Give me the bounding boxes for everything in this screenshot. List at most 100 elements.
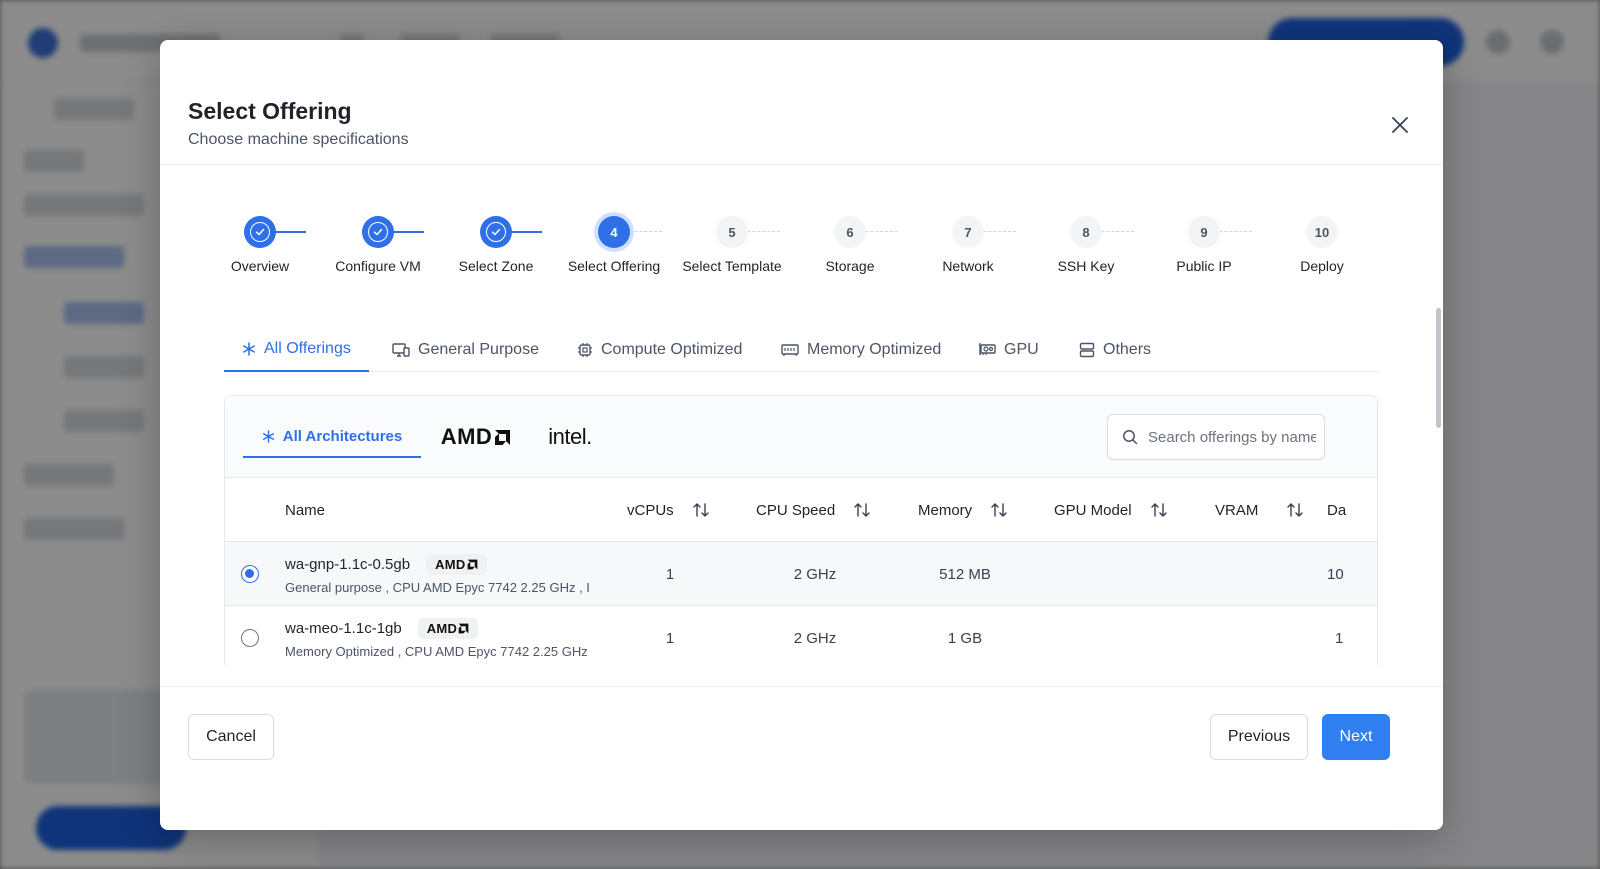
next-button[interactable]: Next [1322, 714, 1390, 760]
devices-icon [392, 343, 410, 357]
cell-gpu-model [1055, 606, 1175, 665]
offering-name-group: wa-gnp-1.1c-0.5gb AMD [285, 554, 487, 575]
step-number: 9 [1188, 216, 1220, 248]
architecture-badge: AMD [426, 554, 487, 575]
select-offering-modal: Select Offering Choose machine specifica… [160, 40, 1443, 830]
step-label: Deploy [1300, 258, 1344, 274]
step-label: Select Template [682, 258, 782, 274]
column-header-label: CPU Speed [756, 501, 836, 519]
column-header-memory[interactable]: Memory [918, 478, 1008, 542]
column-header-name[interactable]: Name [285, 478, 325, 542]
column-header-truncated[interactable]: Da [1327, 478, 1346, 542]
amd-arrow-icon [458, 623, 469, 634]
cell-vram [1215, 606, 1295, 665]
sort-icon [1150, 503, 1167, 517]
search-icon [1123, 430, 1138, 445]
cell-truncated: 1 [1335, 629, 1344, 647]
cell-memory: 1 GB [947, 629, 983, 647]
column-header-label: vCPUs [627, 501, 674, 519]
step-label: Public IP [1176, 258, 1232, 274]
tab-gpu[interactable]: GPU [960, 328, 1057, 372]
badge-label: AMD [435, 557, 466, 572]
cell-cpu-speed: 2 GHz [793, 565, 837, 583]
tab-others[interactable]: Others [1061, 328, 1169, 372]
table-row[interactable]: wa-gnp-1.1c-0.5gb AMD General purpose , … [225, 542, 1377, 606]
amd-logo-text: AMD [440, 424, 493, 449]
column-header-gpu-model[interactable]: GPU Model [1054, 478, 1168, 542]
cell-vram [1215, 542, 1295, 606]
offering-radio[interactable] [241, 565, 259, 583]
column-header-label: Memory [918, 501, 973, 519]
column-header-label: VRAM [1215, 501, 1259, 519]
step-label: Configure VM [335, 258, 421, 274]
step-label: Select Zone [458, 258, 534, 274]
architecture-filter-bar: All Architectures AMD intel. [225, 396, 1377, 478]
previous-button[interactable]: Previous [1210, 714, 1308, 760]
close-icon [1392, 117, 1408, 133]
step-label: Network [942, 258, 994, 274]
amd-arrow-icon [495, 429, 511, 445]
column-header-cpu-speed[interactable]: CPU Speed [756, 478, 871, 542]
tab-label: Others [1103, 341, 1152, 358]
step-number: 7 [952, 216, 984, 248]
architecture-badge: AMD [417, 618, 479, 639]
gpu-card-icon [979, 343, 996, 355]
column-header-vram[interactable]: VRAM [1215, 478, 1304, 542]
asterisk-icon [262, 429, 274, 443]
server-stack-icon [1079, 342, 1095, 358]
modal-title: Select Offering [188, 98, 352, 124]
close-button[interactable] [1386, 111, 1414, 139]
tab-general-purpose[interactable]: General Purpose [374, 328, 557, 372]
amd-arrow-icon [467, 559, 477, 570]
modal-footer: Cancel Previous Next [160, 686, 1443, 830]
offering-category-tabs: All Offerings General Purpose Compute Op… [224, 328, 1378, 372]
search-field[interactable] [1107, 414, 1325, 460]
column-header-vcpus[interactable]: vCPUs [627, 478, 710, 542]
table-row[interactable]: wa-meo-1.1c-1gb AMD Memory Optimized , C… [225, 606, 1377, 665]
cpu-chip-icon [578, 343, 592, 357]
step-label: Storage [825, 258, 875, 274]
tab-memory-optimized[interactable]: Memory Optimized [763, 328, 959, 372]
offering-description: Memory Optimized , CPU AMD Epyc 7742 2.2… [285, 644, 588, 659]
tab-all-offerings[interactable]: All Offerings [224, 328, 369, 372]
cell-truncated: 10 [1327, 565, 1344, 583]
arch-tab-amd[interactable]: AMD [431, 416, 521, 458]
tab-label: GPU [1004, 341, 1039, 358]
modal-subtitle: Choose machine specifications [188, 131, 409, 148]
step-label: Overview [230, 258, 290, 274]
scrollbar-thumb[interactable] [1436, 308, 1441, 428]
modal-header: Select Offering Choose machine specifica… [160, 40, 1443, 165]
offering-radio[interactable] [241, 629, 259, 647]
tab-label: General Purpose [418, 341, 539, 358]
sort-icon [692, 503, 709, 517]
step-circle [244, 216, 276, 248]
arch-tab-intel[interactable]: intel. [535, 416, 605, 458]
intel-logo: intel. [548, 424, 592, 449]
wizard-stepper: Overview Configure VM Select Zone 4 Sele… [160, 216, 1443, 296]
check-icon [491, 228, 501, 236]
offering-name: wa-gnp-1.1c-0.5gb [285, 556, 411, 573]
arch-tab-all[interactable]: All Architectures [243, 416, 421, 458]
amd-logo: AMD [441, 424, 512, 450]
cell-vcpus: 1 [665, 629, 675, 647]
badge-label: AMD [426, 621, 458, 636]
step-label: SSH Key [1057, 258, 1115, 274]
offering-name-group: wa-meo-1.1c-1gb AMD [285, 618, 479, 639]
cell-gpu-model [1055, 542, 1175, 606]
modal-scrollbar[interactable] [1436, 308, 1442, 458]
cancel-button[interactable]: Cancel [188, 714, 274, 760]
tab-label: Memory Optimized [807, 341, 942, 358]
cell-memory: 512 MB [939, 565, 991, 583]
offering-name: wa-meo-1.1c-1gb [285, 620, 402, 637]
sort-icon [1287, 503, 1304, 517]
search-input[interactable] [1148, 428, 1316, 446]
step-number: 10 [1306, 216, 1338, 248]
offerings-panel: All Architectures AMD intel. Name vCPUs … [224, 395, 1378, 665]
step-number: 6 [834, 216, 866, 248]
check-icon [373, 228, 383, 236]
cell-cpu-speed: 2 GHz [793, 629, 837, 647]
tab-compute-optimized[interactable]: Compute Optimized [559, 328, 760, 372]
arch-tab-label: All Architectures [282, 427, 403, 445]
step-number: 4 [598, 216, 630, 248]
offering-description: General purpose , CPU AMD Epyc 7742 2.25… [285, 580, 590, 595]
